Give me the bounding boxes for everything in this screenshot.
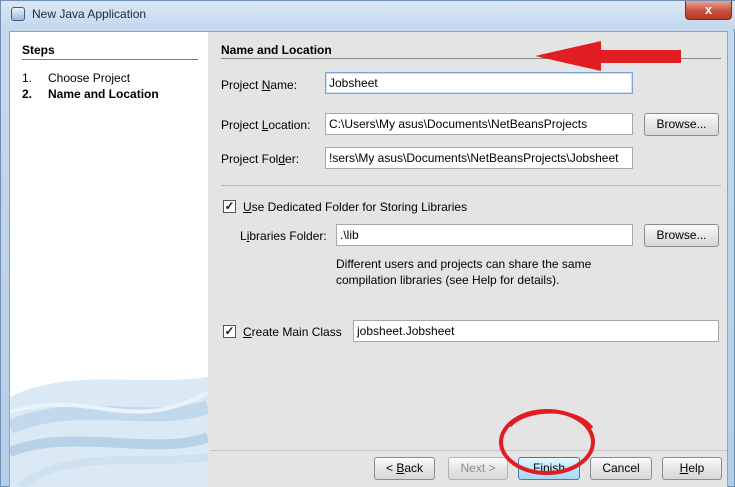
project-location-label: Project Location: [221, 118, 311, 132]
cancel-button[interactable]: Cancel [590, 457, 652, 480]
project-folder-label: Project Folder: [221, 152, 300, 166]
steps-panel: Steps 1. Choose Project 2. Name and Locati… [10, 32, 208, 487]
annotation-circle-icon [499, 409, 595, 475]
java-app-icon [11, 7, 25, 21]
libraries-folder-input[interactable]: .\lib [336, 224, 633, 246]
close-icon: x [704, 2, 713, 17]
project-folder-input: !sers\My asus\Documents\NetBeansProjects… [325, 147, 633, 169]
libraries-help-note: Different users and projects can share t… [336, 257, 592, 287]
step-number: 1. [22, 71, 33, 85]
create-main-class-checkbox[interactable]: ✓ [223, 325, 236, 338]
step-choose-project: 1. Choose Project [22, 71, 130, 85]
separator [221, 185, 721, 186]
annotation-arrow-icon [535, 41, 681, 71]
window-title: New Java Application [32, 7, 147, 21]
dedicated-folder-label[interactable]: Use Dedicated Folder for Storing Librari… [243, 200, 467, 214]
decorative-swirl-graphic [10, 377, 208, 487]
close-button[interactable]: x [685, 1, 732, 20]
project-name-input[interactable]: Jobsheet [325, 72, 633, 94]
project-location-input[interactable]: C:\Users\My asus\Documents\NetBeansProje… [325, 113, 633, 135]
checkmark-icon: ✓ [224, 199, 235, 213]
steps-title: Steps [22, 43, 55, 57]
checkmark-icon: ✓ [224, 324, 235, 338]
dialog-content: Steps 1. Choose Project 2. Name and Locati… [9, 31, 728, 487]
browse-libraries-button[interactable]: Browse... [644, 224, 719, 247]
button-bar-separator [210, 450, 727, 451]
dedicated-folder-checkbox[interactable]: ✓ [223, 200, 236, 213]
dialog-window: New Java Application x Steps 1. Choose Pr… [0, 0, 735, 487]
step-number: 2. [22, 87, 33, 101]
main-class-input[interactable]: jobsheet.Jobsheet [353, 320, 719, 342]
title-bar: New Java Application x [1, 1, 735, 29]
section-title: Name and Location [221, 43, 332, 57]
help-button[interactable]: Help [662, 457, 722, 480]
back-button[interactable]: < Back [374, 457, 435, 480]
project-name-label: Project Name: [221, 78, 298, 92]
step-label: Name and Location [48, 87, 159, 101]
steps-divider [22, 59, 198, 60]
step-label: Choose Project [48, 71, 131, 85]
browse-location-button[interactable]: Browse... [644, 113, 719, 136]
libraries-folder-label: Libraries Folder: [240, 229, 327, 243]
create-main-class-label[interactable]: Create Main Class [243, 325, 342, 339]
step-name-and-location: 2. Name and Location [22, 87, 159, 101]
